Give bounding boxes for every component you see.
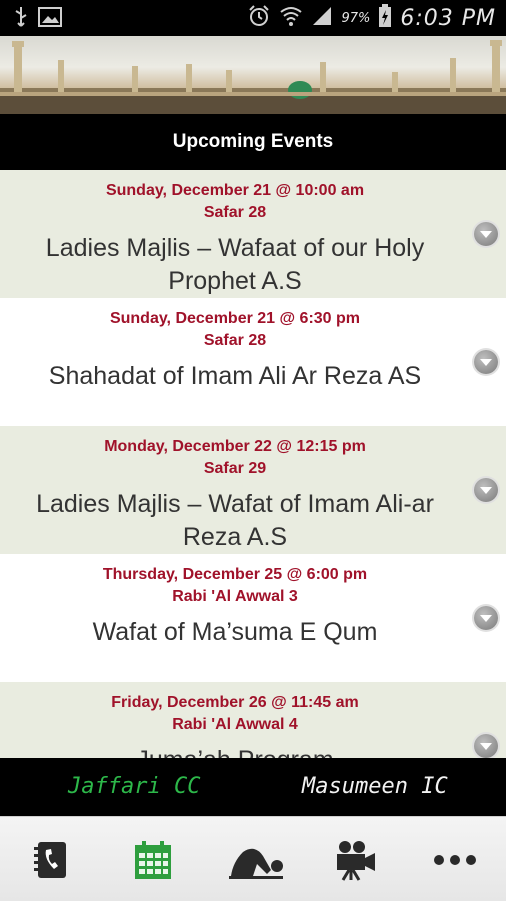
chevron-down-icon[interactable] (474, 606, 498, 630)
center-tabs: Jaffari CC Masumeen IC (0, 758, 506, 816)
battery-percent: 97% (341, 11, 371, 26)
event-date: Monday, December 22 @ 12:15 pm (104, 438, 366, 455)
list-item[interactable]: Sunday, December 21 @ 6:30 pm Safar 28 S… (0, 298, 506, 426)
status-bar: 97% 6:03 PM (0, 0, 506, 36)
prayer-icon[interactable] (226, 835, 286, 885)
contacts-icon[interactable] (26, 835, 76, 885)
status-time: 6:03 PM (400, 6, 496, 31)
event-hijri-date: Safar 29 (203, 460, 267, 477)
event-date: Sunday, December 21 @ 10:00 am (105, 182, 365, 199)
usb-icon (14, 6, 28, 33)
wifi-icon (279, 5, 303, 32)
event-title: Ladies Majlis – Wafaat of our Holy Proph… (45, 234, 425, 295)
chevron-down-icon[interactable] (474, 222, 498, 246)
calendar-icon[interactable] (128, 835, 178, 885)
event-date: Friday, December 26 @ 11:45 am (111, 694, 359, 711)
event-title: Shahadat of Imam Ali Ar Reza AS (48, 362, 422, 390)
event-hijri-date: Safar 28 (203, 332, 267, 349)
list-item[interactable]: Thursday, December 25 @ 6:00 pm Rabi 'Al… (0, 554, 506, 682)
alarm-icon (247, 4, 271, 33)
chevron-down-icon[interactable] (474, 734, 498, 758)
image-icon (38, 7, 62, 32)
video-icon[interactable] (330, 835, 380, 885)
page-title: Upcoming Events (0, 114, 506, 170)
event-title: Juma’ah Program (6, 744, 464, 758)
mosque-banner-image (0, 36, 506, 114)
event-hijri-date: Safar 28 (203, 204, 267, 221)
event-hijri-date: Rabi 'Al Awwal 4 (172, 716, 298, 733)
event-date: Sunday, December 21 @ 6:30 pm (109, 310, 361, 327)
chevron-down-icon[interactable] (474, 350, 498, 374)
list-item[interactable]: Monday, December 22 @ 12:15 pm Safar 29 … (0, 426, 506, 554)
list-item[interactable]: Sunday, December 21 @ 10:00 am Safar 28 … (0, 170, 506, 298)
chevron-down-icon[interactable] (474, 478, 498, 502)
tab-masumeen-ic[interactable]: Masumeen IC (302, 758, 448, 816)
more-icon[interactable] (430, 835, 480, 885)
tab-jaffari-cc[interactable]: Jaffari CC (68, 758, 200, 816)
event-title: Ladies Majlis – Wafat of Imam Ali-ar Rez… (36, 490, 434, 551)
list-item[interactable]: Friday, December 26 @ 11:45 am Rabi 'Al … (0, 682, 506, 758)
battery-icon (378, 4, 392, 33)
event-title: Wafat of Ma’suma E Qum (92, 618, 378, 646)
event-date: Thursday, December 25 @ 6:00 pm (102, 566, 368, 583)
signal-icon (311, 5, 333, 32)
event-hijri-date: Rabi 'Al Awwal 3 (172, 588, 298, 605)
events-list[interactable]: Sunday, December 21 @ 10:00 am Safar 28 … (0, 170, 506, 758)
bottom-nav (0, 816, 506, 901)
